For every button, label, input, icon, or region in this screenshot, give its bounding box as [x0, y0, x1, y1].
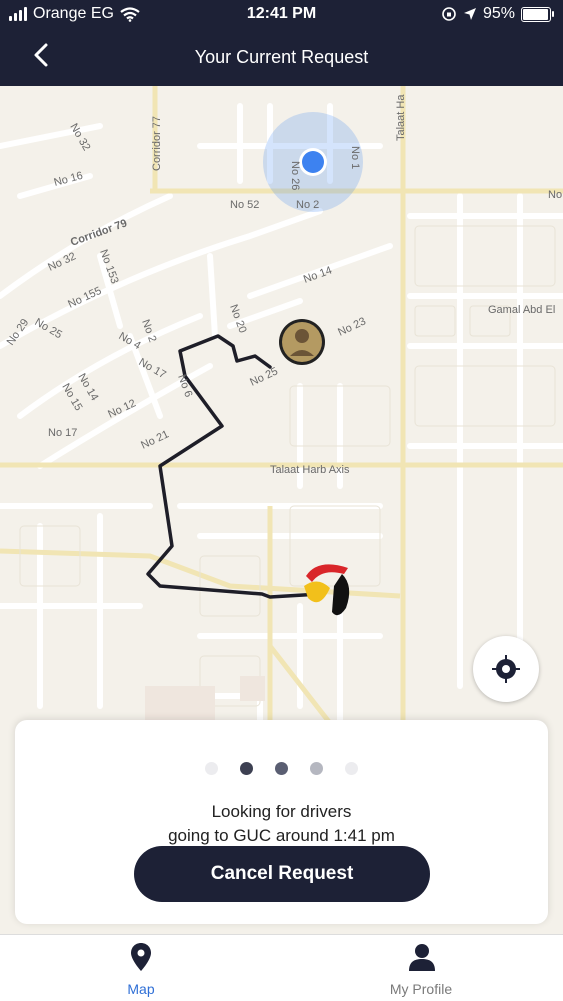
map-pin-icon [131, 943, 151, 971]
progress-dot [240, 762, 253, 775]
progress-dot [275, 762, 288, 775]
request-status-card: Looking for drivers going to GUC around … [15, 720, 548, 924]
recenter-location-button[interactable] [473, 636, 539, 702]
map-label: No 26 [289, 161, 301, 190]
tab-my-profile-label: My Profile [389, 981, 453, 997]
tab-my-profile[interactable]: My Profile [321, 935, 521, 1001]
battery-percent: 95% [482, 5, 515, 22]
map-canvas[interactable]: No 32 No 16 Corridor 77 No 26 No 1 Talaa… [0, 86, 563, 736]
map-label: Talaat Ha [395, 94, 407, 141]
progress-dot [310, 762, 323, 775]
battery-icon [521, 6, 554, 22]
page-title: Your Current Request [194, 47, 369, 67]
orientation-lock-icon [442, 7, 456, 21]
map-label: Talaat Harb Axis [270, 464, 350, 476]
map-label: No [548, 189, 562, 201]
tab-map-label: Map [127, 981, 155, 997]
map-label: No 17 [48, 427, 77, 439]
progress-dots [15, 762, 548, 775]
driver-avatar[interactable] [279, 319, 325, 365]
map-label: No 2 [296, 199, 319, 211]
location-arrow-icon [463, 8, 476, 20]
status-message-line2: going to GUC around 1:41 pm [168, 826, 395, 845]
map-label: No 52 [230, 199, 259, 211]
cancel-request-button[interactable]: Cancel Request [134, 846, 430, 902]
tab-bar: Map My Profile [0, 934, 563, 1001]
header-bar: Orange EG 12:41 PM 95% Your Current Requ… [0, 0, 563, 86]
status-bar: Orange EG 12:41 PM 95% [0, 0, 563, 30]
map-view[interactable]: No 32 No 16 Corridor 77 No 26 No 1 Talaa… [0, 86, 563, 736]
progress-dot [205, 762, 218, 775]
progress-dot [345, 762, 358, 775]
map-label: No 1 [349, 146, 361, 169]
tab-map[interactable]: Map [41, 935, 241, 1001]
status-message-line1: Looking for drivers [211, 802, 352, 821]
profile-icon [409, 944, 435, 971]
status-message: Looking for drivers going to GUC around … [15, 800, 548, 848]
crosshair-icon [492, 655, 520, 683]
map-label: Gamal Abd El [488, 304, 555, 316]
map-label: Corridor 77 [151, 116, 163, 171]
